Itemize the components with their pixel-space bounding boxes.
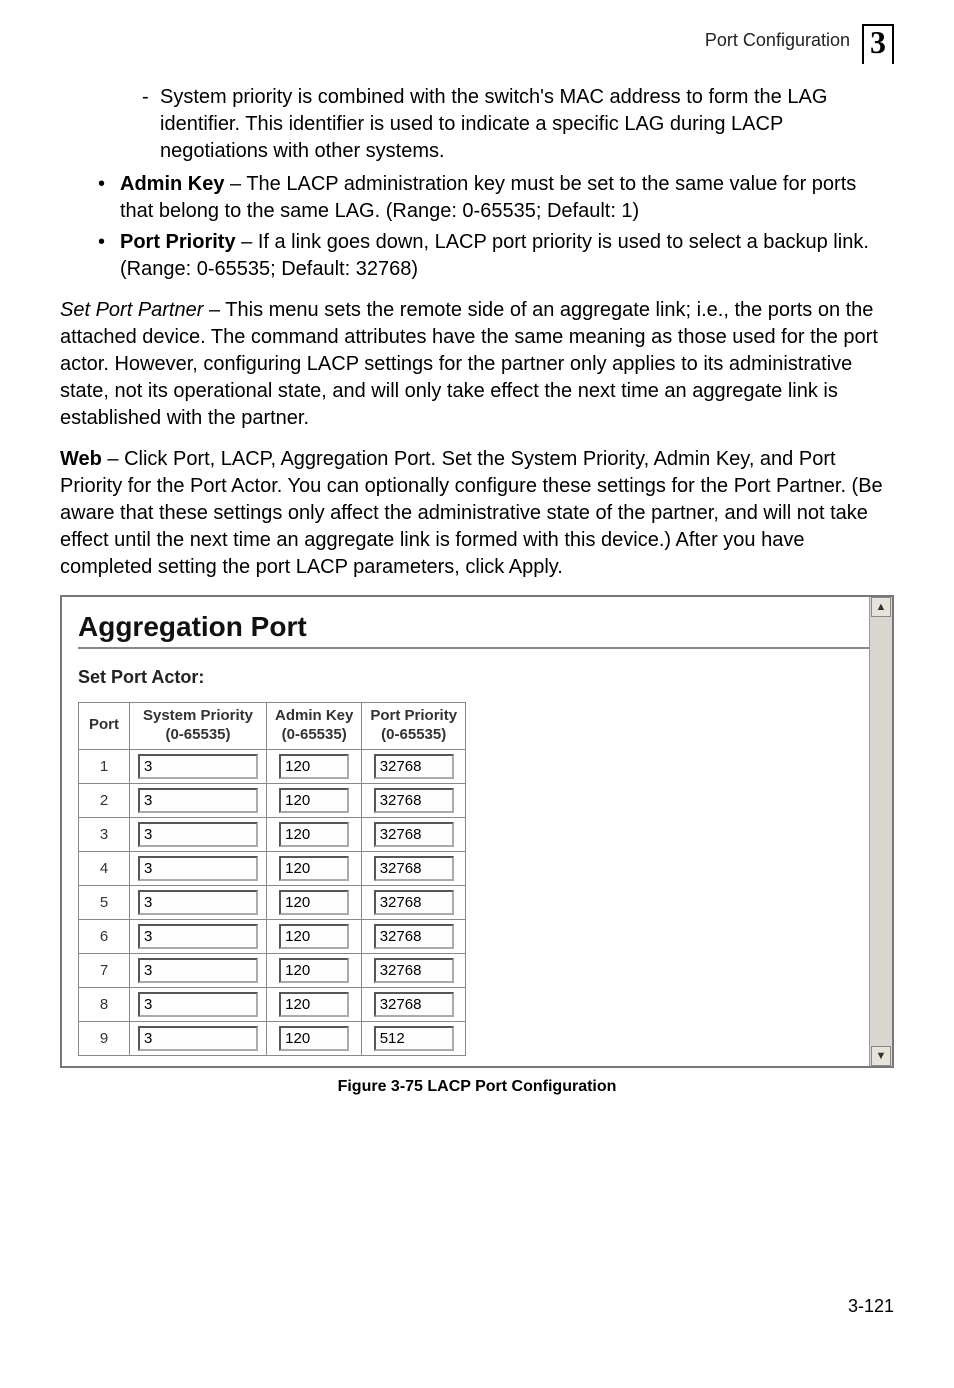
port-number: 9 bbox=[79, 1021, 130, 1055]
chevron-down-icon: ▼ bbox=[876, 1050, 887, 1062]
dash-item-system-priority: System priority is combined with the swi… bbox=[160, 84, 894, 165]
table-row: 5 bbox=[79, 885, 466, 919]
port-priority-input[interactable] bbox=[374, 822, 454, 847]
col-system-priority: System Priority (0-65535) bbox=[130, 703, 267, 750]
port-number: 3 bbox=[79, 817, 130, 851]
port-number: 5 bbox=[79, 885, 130, 919]
system-priority-input[interactable] bbox=[138, 958, 258, 983]
port-priority-input[interactable] bbox=[374, 992, 454, 1017]
port-number: 8 bbox=[79, 987, 130, 1021]
bullet-admin-key: Admin Key – The LACP administration key … bbox=[120, 171, 894, 225]
page-title: Port Configuration bbox=[705, 30, 850, 51]
admin-key-input[interactable] bbox=[279, 856, 349, 881]
table-row: 4 bbox=[79, 851, 466, 885]
port-number: 2 bbox=[79, 783, 130, 817]
system-priority-input[interactable] bbox=[138, 822, 258, 847]
paragraph-web: Web – Click Port, LACP, Aggregation Port… bbox=[60, 446, 894, 581]
port-number: 7 bbox=[79, 953, 130, 987]
panel-subhead: Set Port Actor: bbox=[78, 667, 874, 688]
admin-key-input[interactable] bbox=[279, 1026, 349, 1051]
chapter-badge: 3 bbox=[862, 24, 894, 64]
panel-divider bbox=[78, 647, 874, 649]
scroll-up-button[interactable]: ▲ bbox=[871, 597, 891, 617]
system-priority-input[interactable] bbox=[138, 890, 258, 915]
port-priority-label: Port Priority bbox=[120, 231, 236, 253]
admin-key-input[interactable] bbox=[279, 890, 349, 915]
system-priority-input[interactable] bbox=[138, 754, 258, 779]
system-priority-input[interactable] bbox=[138, 788, 258, 813]
system-priority-input[interactable] bbox=[138, 856, 258, 881]
port-priority-input[interactable] bbox=[374, 754, 454, 779]
col-port: Port bbox=[79, 703, 130, 750]
port-priority-input[interactable] bbox=[374, 924, 454, 949]
panel-title: Aggregation Port bbox=[78, 611, 874, 643]
port-number: 4 bbox=[79, 851, 130, 885]
table-row: 6 bbox=[79, 919, 466, 953]
web-label: Web bbox=[60, 448, 102, 470]
col-port-priority: Port Priority (0-65535) bbox=[362, 703, 466, 750]
col-admin-key: Admin Key (0-65535) bbox=[267, 703, 362, 750]
admin-key-input[interactable] bbox=[279, 822, 349, 847]
table-row: 2 bbox=[79, 783, 466, 817]
admin-key-input[interactable] bbox=[279, 788, 349, 813]
admin-key-input[interactable] bbox=[279, 924, 349, 949]
paragraph-set-port-partner: Set Port Partner – This menu sets the re… bbox=[60, 297, 894, 432]
port-priority-input[interactable] bbox=[374, 1026, 454, 1051]
table-row: 3 bbox=[79, 817, 466, 851]
system-priority-input[interactable] bbox=[138, 1026, 258, 1051]
port-priority-input[interactable] bbox=[374, 788, 454, 813]
page-number: 3-121 bbox=[60, 1296, 894, 1317]
scrollbar[interactable]: ▲ ▼ bbox=[869, 597, 892, 1066]
aggregation-port-panel: Aggregation Port Set Port Actor: Port Sy… bbox=[60, 595, 894, 1068]
admin-key-input[interactable] bbox=[279, 992, 349, 1017]
port-priority-input[interactable] bbox=[374, 890, 454, 915]
web-text: – Click Port, LACP, Aggregation Port. Se… bbox=[60, 448, 883, 578]
table-row: 9 bbox=[79, 1021, 466, 1055]
set-port-partner-label: Set Port Partner bbox=[60, 299, 203, 321]
admin-key-input[interactable] bbox=[279, 754, 349, 779]
table-row: 7 bbox=[79, 953, 466, 987]
system-priority-input[interactable] bbox=[138, 992, 258, 1017]
table-row: 1 bbox=[79, 749, 466, 783]
figure-caption: Figure 3-75 LACP Port Configuration bbox=[60, 1078, 894, 1096]
admin-key-text: – The LACP administration key must be se… bbox=[120, 173, 856, 222]
scroll-down-button[interactable]: ▼ bbox=[871, 1046, 891, 1066]
port-number: 1 bbox=[79, 749, 130, 783]
port-number: 6 bbox=[79, 919, 130, 953]
ports-table: Port System Priority (0-65535) Admin Key… bbox=[78, 702, 466, 1056]
page-header: Port Configuration 3 bbox=[60, 30, 894, 64]
admin-key-label: Admin Key bbox=[120, 173, 224, 195]
port-priority-input[interactable] bbox=[374, 958, 454, 983]
bullet-port-priority: Port Priority – If a link goes down, LAC… bbox=[120, 229, 894, 283]
system-priority-input[interactable] bbox=[138, 924, 258, 949]
admin-key-input[interactable] bbox=[279, 958, 349, 983]
table-row: 8 bbox=[79, 987, 466, 1021]
port-priority-input[interactable] bbox=[374, 856, 454, 881]
chevron-up-icon: ▲ bbox=[876, 601, 887, 613]
